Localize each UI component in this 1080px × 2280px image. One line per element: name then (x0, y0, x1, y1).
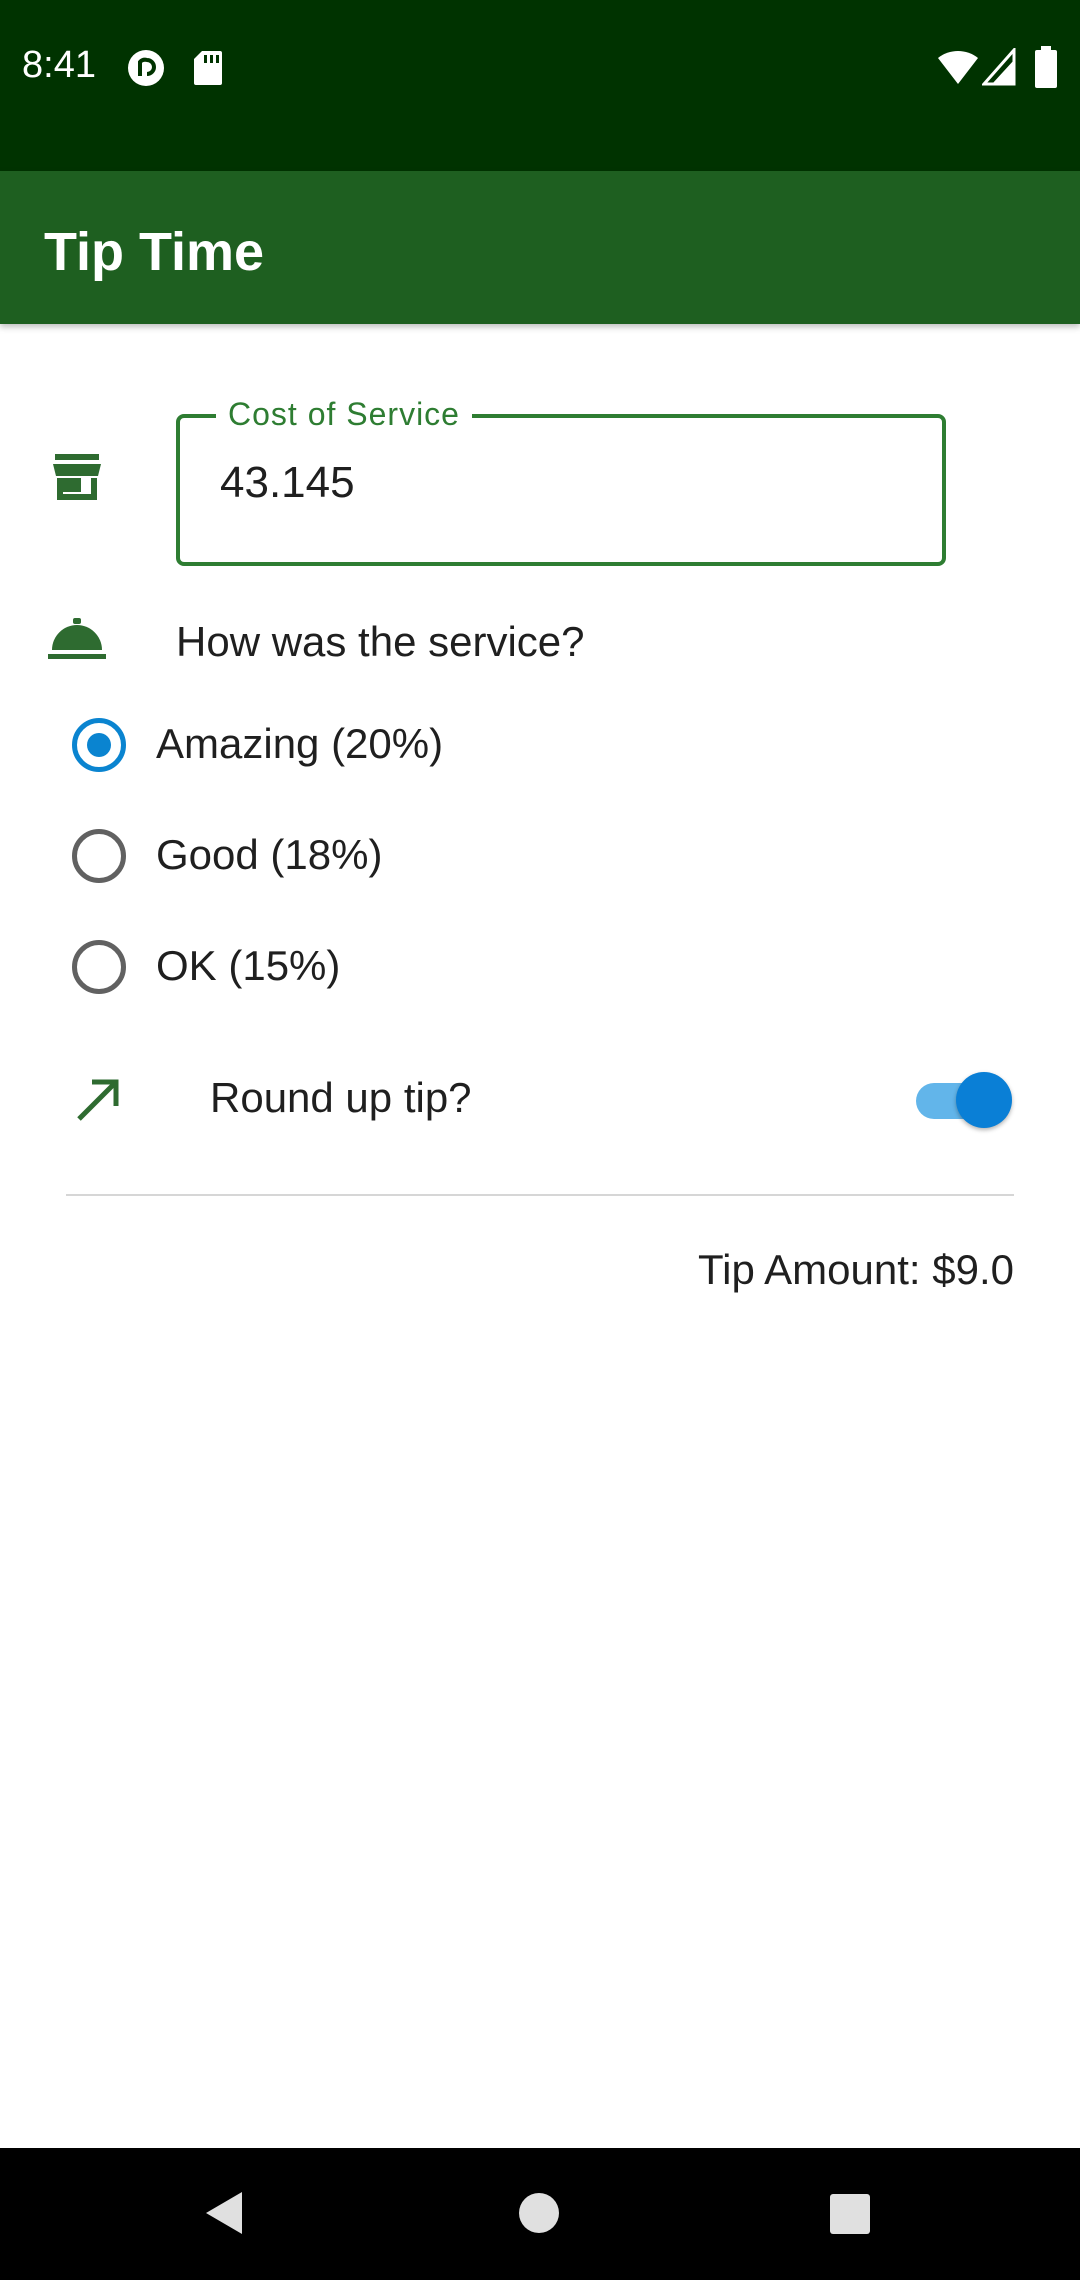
divider (66, 1194, 1014, 1196)
radio-button-checked[interactable] (72, 718, 126, 772)
radio-option-ok[interactable]: OK (15%) (70, 936, 970, 1006)
cost-of-service-field[interactable]: Cost of Service (176, 396, 946, 566)
storefront-icon (53, 454, 101, 500)
service-question: How was the service? (176, 618, 585, 665)
radio-dot (87, 733, 111, 757)
cost-of-service-label: Cost of Service (216, 396, 472, 433)
radio-option-amazing[interactable]: Amazing (20%) (70, 714, 970, 784)
trending-up-arrow-icon (77, 1079, 119, 1121)
round-up-label: Round up tip? (210, 1074, 472, 1121)
recents-icon[interactable] (829, 2193, 871, 2235)
radio-label-amazing: Amazing (20%) (156, 720, 444, 767)
app-bar: Tip Time (0, 171, 1080, 324)
battery-icon (1035, 46, 1057, 88)
status-bar: 8:41 (0, 0, 1080, 171)
radio-button-unchecked[interactable] (72, 940, 126, 994)
sd-card-icon (194, 51, 222, 85)
app-title: Tip Time (44, 222, 265, 282)
room-service-icon (48, 618, 106, 659)
tip-amount: Tip Amount: $9.0 (698, 1246, 1014, 1293)
pocket-casts-icon (128, 50, 164, 86)
switch-thumb (956, 1072, 1012, 1128)
navigation-bar (0, 2148, 1080, 2280)
radio-button-unchecked[interactable] (72, 829, 126, 883)
radio-option-good[interactable]: Good (18%) (70, 825, 970, 895)
wifi-icon (938, 50, 978, 84)
home-icon[interactable] (518, 2192, 560, 2234)
radio-label-good: Good (18%) (156, 831, 383, 878)
back-icon[interactable] (204, 2190, 244, 2236)
round-up-switch[interactable] (912, 1068, 1012, 1128)
cost-of-service-input[interactable] (220, 458, 900, 508)
status-time: 8:41 (22, 44, 96, 86)
cell-signal-icon (982, 48, 1016, 86)
radio-label-ok: OK (15%) (156, 942, 341, 989)
